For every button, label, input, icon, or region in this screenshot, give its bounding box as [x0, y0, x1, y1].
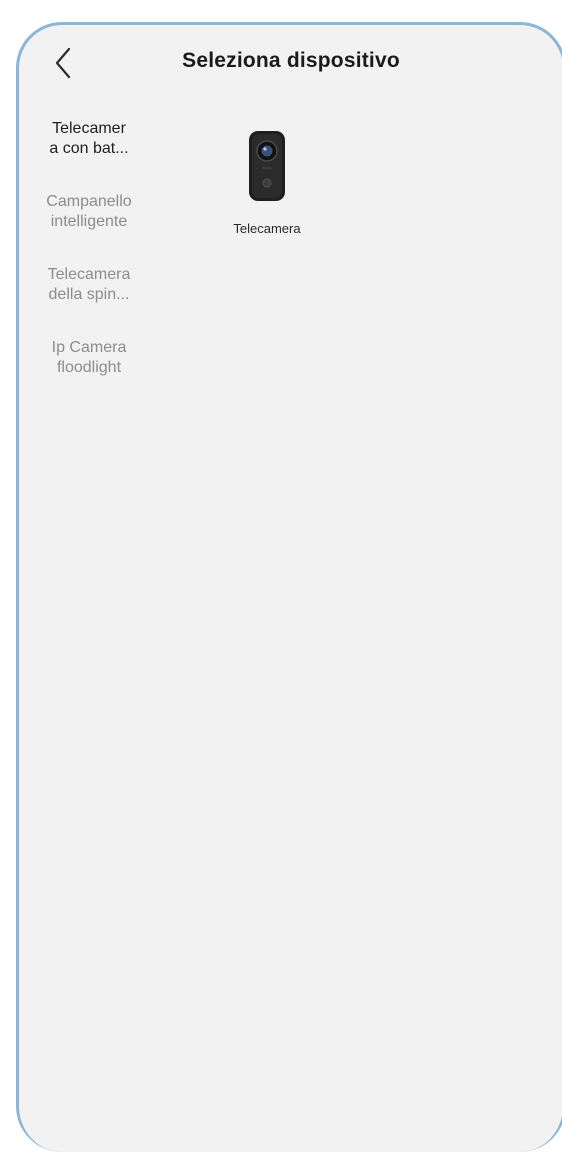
category-item-floodlight-camera[interactable]: Ip Camera floodlight: [19, 338, 159, 378]
device-card-telecamera[interactable]: Telecamera: [205, 123, 329, 236]
category-sidebar: Telecamer a con bat... Campanello intell…: [19, 119, 169, 411]
category-item-plug-camera[interactable]: Telecamera della spin...: [19, 265, 159, 305]
device-label: Telecamera: [233, 221, 301, 236]
category-item-battery-camera[interactable]: Telecamer a con bat...: [19, 119, 159, 159]
battery-camera-icon: [205, 123, 329, 209]
header: Seleziona dispositivo: [19, 25, 562, 109]
page-title: Seleziona dispositivo: [182, 49, 400, 72]
category-item-smart-doorbell[interactable]: Campanello intelligente: [19, 192, 159, 232]
app-screen: Seleziona dispositivo Telecamer a con ba…: [16, 22, 562, 1152]
